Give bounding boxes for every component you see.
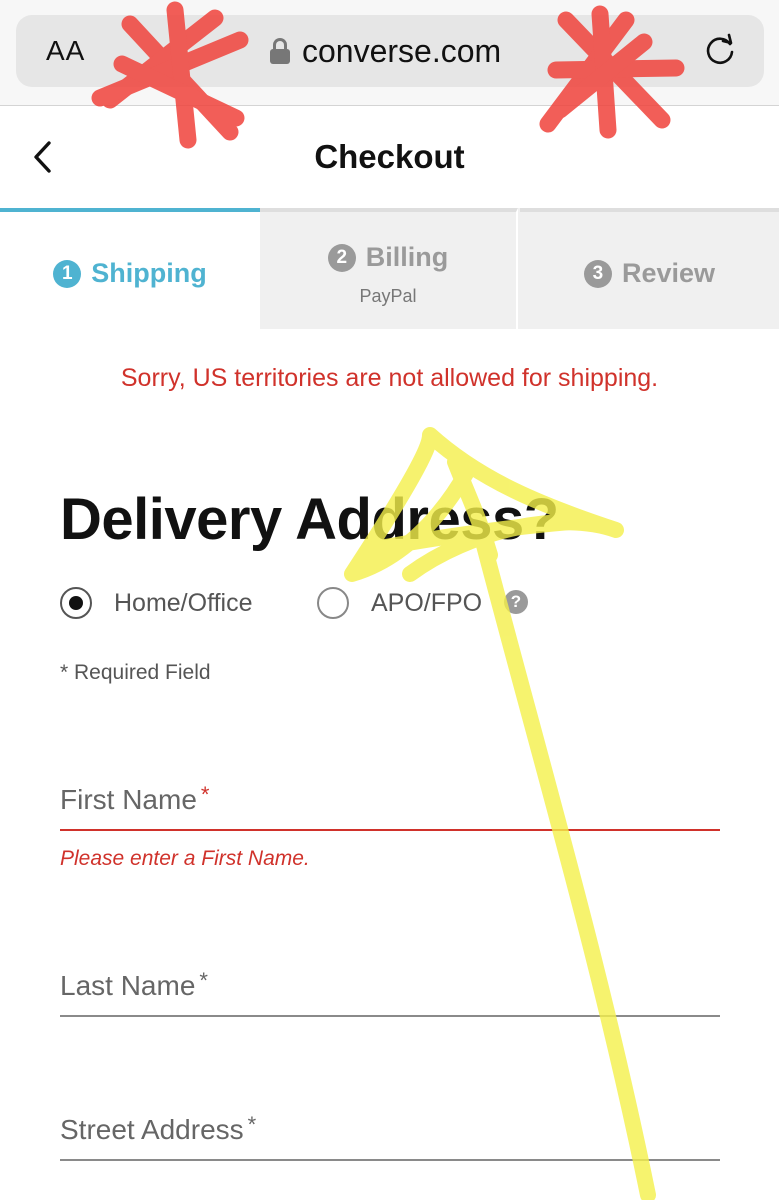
checkout-header: Checkout — [0, 107, 779, 208]
address-bar[interactable]: AA converse.com — [16, 15, 764, 87]
tab-billing[interactable]: 2 Billing PayPal — [260, 208, 518, 329]
tab-shipping[interactable]: 1 Shipping — [0, 208, 260, 329]
reload-icon[interactable] — [702, 32, 738, 68]
url-text: converse.com — [302, 32, 502, 69]
page-title: Checkout — [314, 138, 465, 175]
tab-review[interactable]: 3 Review — [520, 208, 779, 329]
url-display[interactable]: converse.com — [270, 33, 501, 69]
required-mark: * — [200, 782, 210, 807]
help-icon[interactable]: ? — [504, 590, 528, 614]
step-number-badge: 3 — [583, 259, 612, 288]
step-number-badge: 2 — [327, 243, 356, 272]
step-label: Billing — [365, 242, 449, 272]
text-size-button[interactable]: AA — [46, 35, 85, 67]
first-name-underline — [60, 829, 720, 831]
first-name-error: Please enter a First Name. — [60, 847, 310, 870]
checkout-steps: 1 Shipping 2 Billing PayPal 3 Review — [0, 208, 779, 329]
street-address-label: Street Address * — [60, 1112, 257, 1145]
billing-method-label: PayPal — [359, 286, 417, 306]
required-field-note: * Required Field — [60, 661, 211, 684]
apo-fpo-label[interactable]: APO/FPO — [371, 589, 482, 618]
browser-toolbar: AA converse.com — [0, 0, 779, 106]
home-office-label[interactable]: Home/Office — [114, 589, 252, 618]
step-number-badge: 1 — [53, 259, 82, 288]
step-label: Shipping — [91, 258, 207, 288]
last-name-label: Last Name * — [60, 968, 208, 1001]
required-mark: * — [199, 968, 208, 993]
last-name-underline — [60, 1015, 720, 1017]
required-mark: * — [247, 1112, 257, 1137]
shipping-error-message: Sorry, US territories are not allowed fo… — [120, 364, 659, 392]
apo-fpo-radio[interactable] — [317, 587, 349, 619]
delivery-address-heading: Delivery Address? — [60, 487, 559, 552]
lock-icon — [270, 38, 290, 64]
first-name-label: First Name * — [60, 782, 210, 815]
step-label: Review — [621, 258, 716, 288]
home-office-radio[interactable] — [60, 587, 92, 619]
street-address-underline — [60, 1159, 720, 1161]
